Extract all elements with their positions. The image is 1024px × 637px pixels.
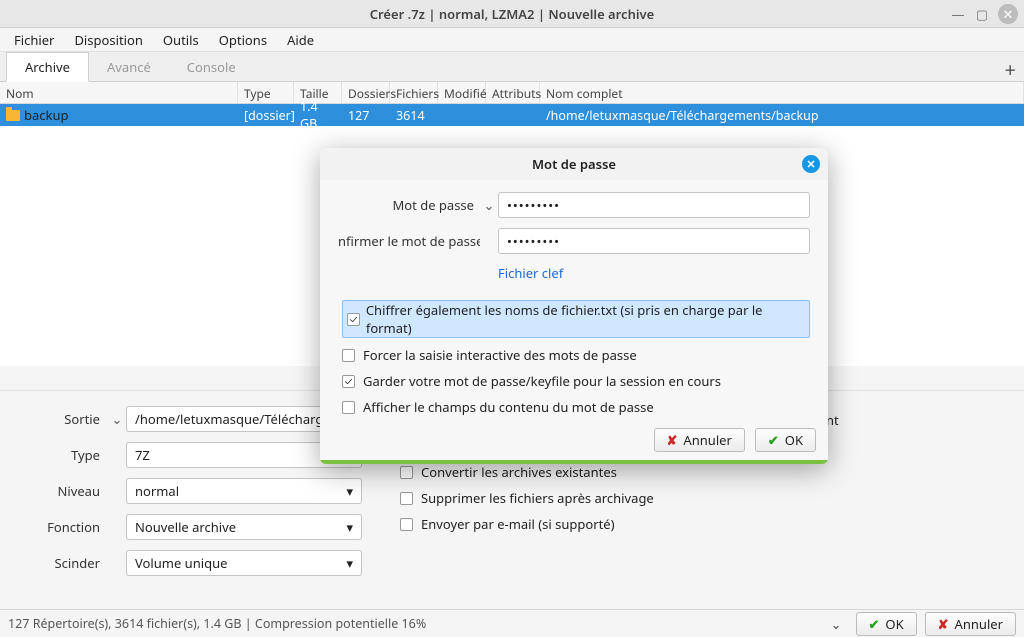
cancel-button[interactable]: ✘Annuler	[925, 612, 1016, 636]
chevron-down-icon: ▾	[346, 554, 353, 572]
menu-fichier[interactable]: Fichier	[8, 29, 60, 51]
cell-full: /home/letuxmasque/Téléchargements/backup	[540, 107, 1024, 124]
close-button[interactable]: ✕	[998, 4, 1018, 24]
check-icon: ✔	[869, 615, 880, 633]
tab-avance[interactable]: Avancé	[89, 53, 169, 81]
sortie-expand-icon[interactable]: ⌄	[108, 410, 126, 428]
dialog-title: Mot de passe	[532, 155, 616, 173]
scinder-select[interactable]: Volume unique ▾	[126, 550, 362, 576]
chk-force-interactive[interactable]: Forcer la saisie interactive des mots de…	[342, 346, 810, 364]
col-dossiers[interactable]: Dossiers	[342, 82, 390, 103]
chk-email[interactable]: Envoyer par e-mail (si supporté)	[400, 515, 708, 533]
password-input[interactable]	[498, 192, 810, 218]
label-type: Type	[20, 446, 108, 464]
menu-aide[interactable]: Aide	[281, 29, 320, 51]
dialog-titlebar: Mot de passe ✕	[320, 148, 828, 180]
fonction-select[interactable]: Nouvelle archive ▾	[126, 514, 362, 540]
password-expand-icon[interactable]: ⌄	[480, 196, 498, 214]
label-confirm: nfirmer le mot de passe	[338, 232, 480, 250]
ok-button[interactable]: ✔OK	[856, 612, 917, 636]
chevron-down-icon: ▾	[346, 482, 353, 500]
label-password: Mot de passe	[338, 196, 480, 214]
cell-taille: 1.4 GB	[294, 98, 342, 132]
statusbar: 127 Répertoire(s), 3614 fichier(s), 1.4 …	[0, 609, 1024, 637]
titlebar: Créer .7z | normal, LZMA2 | Nouvelle arc…	[0, 0, 1024, 28]
status-menu-icon[interactable]: ⌄	[825, 615, 848, 633]
label-niveau: Niveau	[20, 482, 108, 500]
label-sortie: Sortie	[20, 410, 108, 428]
chk-encrypt-names[interactable]: Chiffrer également les noms de fichier.t…	[342, 300, 810, 338]
col-nomcomplet[interactable]: Nom complet	[540, 82, 1024, 103]
col-modifie[interactable]: Modifié	[438, 82, 486, 103]
chk-show-content[interactable]: Afficher le champs du contenu du mot de …	[342, 398, 810, 416]
menu-options[interactable]: Options	[213, 29, 273, 51]
status-text: 127 Répertoire(s), 3614 fichier(s), 1.4 …	[8, 615, 817, 632]
minimize-button[interactable]: —	[950, 6, 966, 22]
niveau-select[interactable]: normal ▾	[126, 478, 362, 504]
col-type[interactable]: Type	[238, 82, 294, 103]
tab-archive[interactable]: Archive	[6, 52, 89, 82]
chk-convertir[interactable]: Convertir les archives existantes	[400, 463, 708, 481]
dialog-accent-bar	[320, 460, 828, 464]
chevron-down-icon: ▾	[346, 518, 353, 536]
dialog-cancel-button[interactable]: ✘Annuler	[654, 428, 745, 452]
cross-icon: ✘	[667, 431, 678, 449]
window-title: Créer .7z | normal, LZMA2 | Nouvelle arc…	[370, 5, 655, 23]
tab-console[interactable]: Console	[169, 53, 254, 81]
col-attributs[interactable]: Attributs	[486, 82, 540, 103]
chk-supprimer[interactable]: Supprimer les fichiers après archivage	[400, 489, 708, 507]
cell-nom: backup	[0, 106, 238, 124]
menu-disposition[interactable]: Disposition	[68, 29, 148, 51]
dialog-ok-button[interactable]: ✔OK	[755, 428, 816, 452]
cell-dossiers: 127	[342, 107, 390, 124]
tabbar: Archive Avancé Console +	[0, 52, 1024, 82]
dialog-close-button[interactable]: ✕	[802, 155, 820, 173]
keyfile-link[interactable]: Fichier clef	[498, 264, 563, 282]
col-nom[interactable]: Nom	[0, 82, 238, 103]
add-tab-button[interactable]: +	[1005, 56, 1016, 83]
cell-type: [dossier]	[238, 107, 294, 124]
check-icon: ✔	[768, 431, 779, 449]
label-fonction: Fonction	[20, 518, 108, 536]
menu-outils[interactable]: Outils	[157, 29, 205, 51]
password-dialog: Mot de passe ✕ Mot de passe ⌄ nfirmer le…	[320, 148, 828, 464]
table-row[interactable]: backup [dossier] 1.4 GB 127 3614 /home/l…	[0, 104, 1024, 126]
cross-icon: ✘	[938, 615, 949, 633]
col-fichiers[interactable]: Fichiers	[390, 82, 438, 103]
folder-icon	[6, 110, 20, 121]
window-controls: — ▢ ✕	[950, 4, 1018, 24]
menubar: Fichier Disposition Outils Options Aide	[0, 28, 1024, 52]
cell-fichiers: 3614	[390, 107, 438, 124]
table-header: Nom Type Taille Dossiers Fichiers Modifi…	[0, 82, 1024, 104]
confirm-password-input[interactable]	[498, 228, 810, 254]
chk-keep-session[interactable]: Garder votre mot de passe/keyfile pour l…	[342, 372, 810, 390]
label-scinder: Scinder	[20, 554, 108, 572]
maximize-button[interactable]: ▢	[974, 6, 990, 22]
